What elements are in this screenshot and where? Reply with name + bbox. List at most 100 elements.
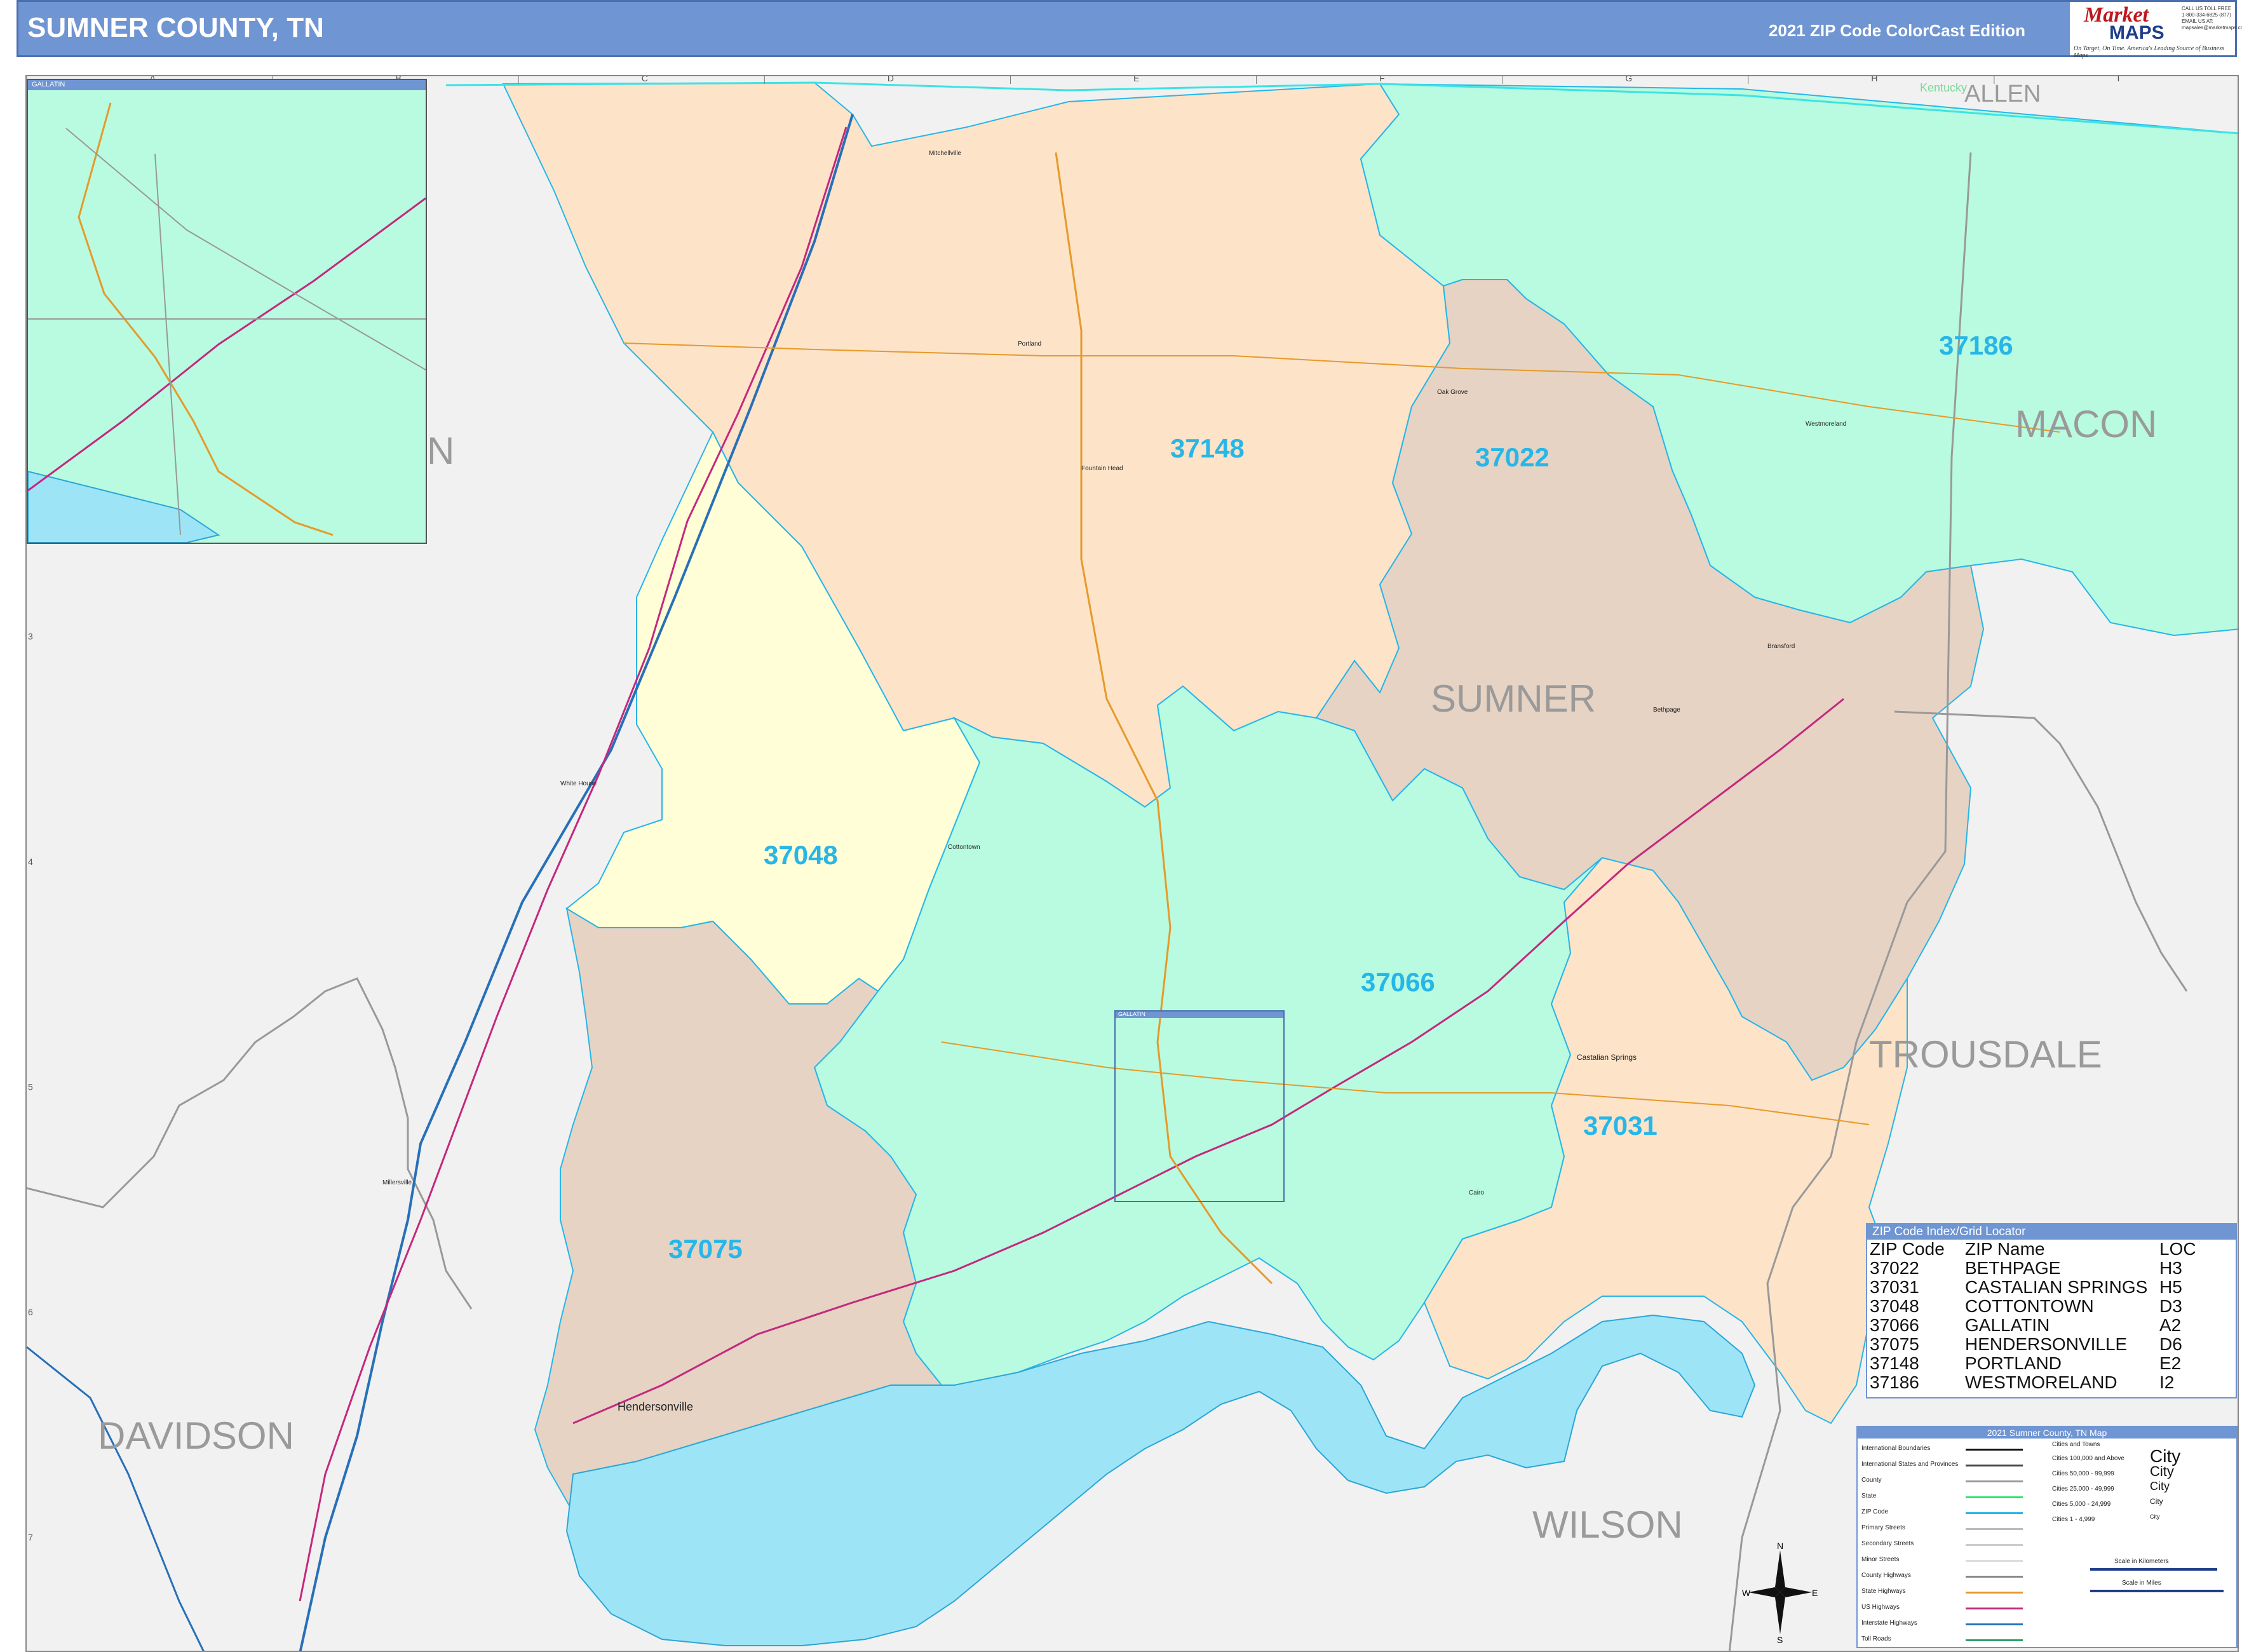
grid-column-label: F bbox=[1379, 76, 1385, 83]
town-label: Oak Grove bbox=[1437, 389, 1468, 396]
compass-s: S bbox=[1777, 1635, 1783, 1643]
map-legend: 2021 Sumner County, TN Map International… bbox=[1856, 1426, 2238, 1648]
compass-svg: N S W E bbox=[1742, 1541, 1818, 1645]
zip-index-header: ZIP Code bbox=[1870, 1239, 1945, 1259]
grid-row-label: 7 bbox=[28, 1533, 33, 1543]
zip-index-row: 37148 PORTLAND E2 bbox=[1867, 1354, 2236, 1373]
scale-mi-label: Scale in Miles bbox=[2122, 1580, 2161, 1587]
legend-item-swatch bbox=[1966, 1639, 2023, 1641]
zip-loc-cell: D6 bbox=[2159, 1334, 2182, 1354]
legend-city-sample: City bbox=[2150, 1463, 2174, 1479]
scale-bar-km bbox=[2090, 1568, 2217, 1571]
zip-index-row: 37066 GALLATIN A2 bbox=[1867, 1316, 2236, 1335]
gallatin-inset-outline: GALLATIN bbox=[1114, 1010, 1285, 1202]
zip-index-header-row: ZIP Code ZIP Name LOC bbox=[1867, 1240, 2236, 1259]
legend-item-swatch bbox=[1966, 1449, 2023, 1451]
legend-item-swatch bbox=[1966, 1592, 2023, 1594]
zip-label-37022: 37022 bbox=[1475, 442, 1550, 472]
zip-loc-cell: D3 bbox=[2159, 1296, 2182, 1316]
compass-w: W bbox=[1742, 1588, 1751, 1598]
zip-code-cell: 37148 bbox=[1870, 1353, 1919, 1373]
state-label-kentucky: Kentucky bbox=[1920, 81, 1967, 94]
zip-code-cell: 37075 bbox=[1870, 1334, 1919, 1354]
legend-item-label: Interstate Highways bbox=[1861, 1620, 1917, 1627]
legend-item-swatch bbox=[1966, 1576, 2023, 1578]
compass-west-arrow bbox=[1748, 1587, 1780, 1597]
town-label: Cottontown bbox=[948, 844, 980, 851]
zip-code-cell: 37031 bbox=[1870, 1277, 1919, 1297]
zip-loc-cell: E2 bbox=[2159, 1353, 2182, 1373]
legend-item-label: ZIP Code bbox=[1861, 1508, 1889, 1515]
compass-n: N bbox=[1777, 1541, 1783, 1551]
zip-label-37066: 37066 bbox=[1361, 967, 1435, 997]
legend-item-label: Toll Roads bbox=[1861, 1635, 1891, 1642]
grid-row-label: 6 bbox=[28, 1307, 33, 1317]
grid-column-label: E bbox=[1133, 76, 1139, 83]
zip-code-cell: 37048 bbox=[1870, 1296, 1919, 1316]
zip-index-row: 37048 COTTONTOWN D3 bbox=[1867, 1297, 2236, 1316]
grid-row-label: 4 bbox=[28, 856, 33, 867]
zip-index-header: LOC bbox=[2159, 1239, 2196, 1259]
legend-city-class: Cities 5,000 - 24,999 bbox=[2052, 1501, 2111, 1508]
grid-column-label: G bbox=[1625, 76, 1632, 83]
zip-loc-cell: H3 bbox=[2159, 1258, 2182, 1278]
town-label: Castalian Springs bbox=[1577, 1053, 1637, 1062]
legend-item-swatch bbox=[1966, 1496, 2023, 1498]
legend-item-label: County bbox=[1861, 1477, 1882, 1484]
edition-label: 2021 ZIP Code ColorCast Edition bbox=[1768, 21, 2025, 40]
zip-name-cell: GALLATIN bbox=[1965, 1315, 2050, 1335]
town-label: White House bbox=[560, 780, 597, 787]
town-label: Mitchellville bbox=[929, 150, 962, 157]
town-label: Bethpage bbox=[1653, 707, 1680, 714]
gallatin-inset-map[interactable]: GALLATIN bbox=[27, 79, 427, 544]
county-label-trousdale: TROUSDALE bbox=[1869, 1033, 2102, 1076]
town-label: Cairo bbox=[1469, 1189, 1484, 1196]
legend-item-label: International Boundaries bbox=[1861, 1445, 1931, 1452]
legend-item-label: State Highways bbox=[1861, 1588, 1906, 1595]
legend-item-swatch bbox=[1966, 1480, 2023, 1482]
legend-item-label: County Highways bbox=[1861, 1572, 1911, 1579]
logo-contact: CALL US TOLL FREE 1-800-334-6825 (877) E… bbox=[2182, 6, 2242, 30]
inset-title-bar: GALLATIN bbox=[28, 80, 426, 90]
legend-city-class: Cities 1 - 4,999 bbox=[2052, 1516, 2095, 1523]
gallatin-outline-label: GALLATIN bbox=[1118, 1011, 1145, 1017]
zip-code-cell: 37186 bbox=[1870, 1372, 1919, 1392]
zip-label-37075: 37075 bbox=[668, 1234, 743, 1264]
zip-loc-cell: H5 bbox=[2159, 1277, 2182, 1297]
scale-km-label: Scale in Kilometers bbox=[2114, 1558, 2169, 1565]
zip-name-cell: PORTLAND bbox=[1965, 1353, 2062, 1373]
zip-code-cell: 37066 bbox=[1870, 1315, 1919, 1335]
zip-loc-cell: I2 bbox=[2159, 1372, 2175, 1392]
header-bar: SUMNER COUNTY, TN 2021 ZIP Code ColorCas… bbox=[17, 0, 2242, 59]
county-label-allen: ALLEN bbox=[1964, 81, 2041, 107]
legend-city-class: Cities 50,000 - 99,999 bbox=[2052, 1470, 2114, 1477]
county-label-macon: MACON bbox=[2015, 403, 2157, 445]
inset-title: GALLATIN bbox=[32, 81, 65, 88]
legend-item-label: Secondary Streets bbox=[1861, 1540, 1914, 1547]
inset-water bbox=[28, 470, 220, 543]
town-label-hendersonville: Hendersonville bbox=[618, 1400, 693, 1413]
compass-rose-icon: N S W E bbox=[1742, 1541, 1818, 1645]
legend-item-swatch bbox=[1966, 1465, 2023, 1466]
legend-city-class: Cities 25,000 - 49,999 bbox=[2052, 1486, 2114, 1493]
town-label: Westmoreland bbox=[1806, 421, 1846, 428]
grid-row-label: 5 bbox=[28, 1082, 33, 1092]
zip-name-cell: HENDERSONVILLE bbox=[1965, 1334, 2128, 1354]
inset-svg bbox=[28, 102, 426, 543]
compass-north-arrow bbox=[1775, 1550, 1785, 1592]
zip-index-row: 37186 WESTMORELAND I2 bbox=[1867, 1373, 2236, 1392]
zip-code-index: ZIP Code Index/Grid Locator ZIP Code ZIP… bbox=[1866, 1223, 2237, 1398]
inset-road bbox=[28, 128, 426, 536]
legend-item-swatch bbox=[1966, 1544, 2023, 1546]
grid-column-label: D bbox=[888, 76, 894, 83]
legend-item-label: State bbox=[1861, 1493, 1877, 1500]
town-label: Bransford bbox=[1767, 643, 1795, 650]
grid-column-label: C bbox=[642, 76, 648, 83]
zip-index-body: 37022 BETHPAGE H3 37031 CASTALIAN SPRINGS H5 3… bbox=[1867, 1259, 2236, 1392]
market-maps-logo: Market MAPS CALL US TOLL FREE 1-800-334-… bbox=[2070, 2, 2242, 59]
logo-tagline-1: On Target, On Time. bbox=[2074, 45, 2126, 52]
grid-column-label: H bbox=[1871, 76, 1877, 83]
zip-index-title: ZIP Code Index/Grid Locator bbox=[1867, 1224, 2236, 1240]
zip-label-37186: 37186 bbox=[1939, 330, 2013, 360]
legend-item-swatch bbox=[1966, 1560, 2023, 1562]
